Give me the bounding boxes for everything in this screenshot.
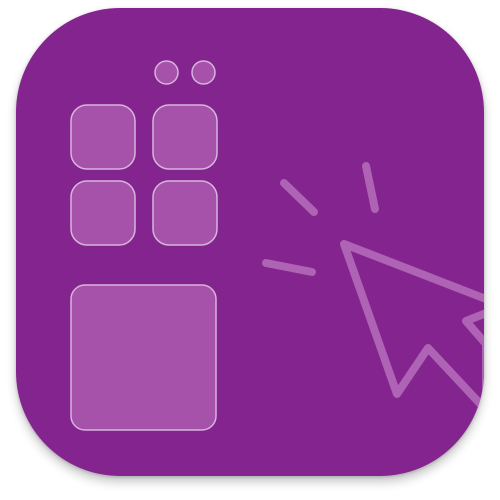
tile-large <box>70 284 217 431</box>
app-icon[interactable] <box>16 8 484 476</box>
tile-top-left <box>70 104 136 170</box>
tile-top-right <box>152 104 218 170</box>
tile-bottom-left <box>70 180 136 246</box>
screenshot-canvas <box>0 0 500 500</box>
tile-bottom-right <box>152 180 218 246</box>
indicator-dot-right <box>191 60 216 85</box>
indicator-dot-left <box>154 60 179 85</box>
app-icon-graphic <box>16 8 484 476</box>
